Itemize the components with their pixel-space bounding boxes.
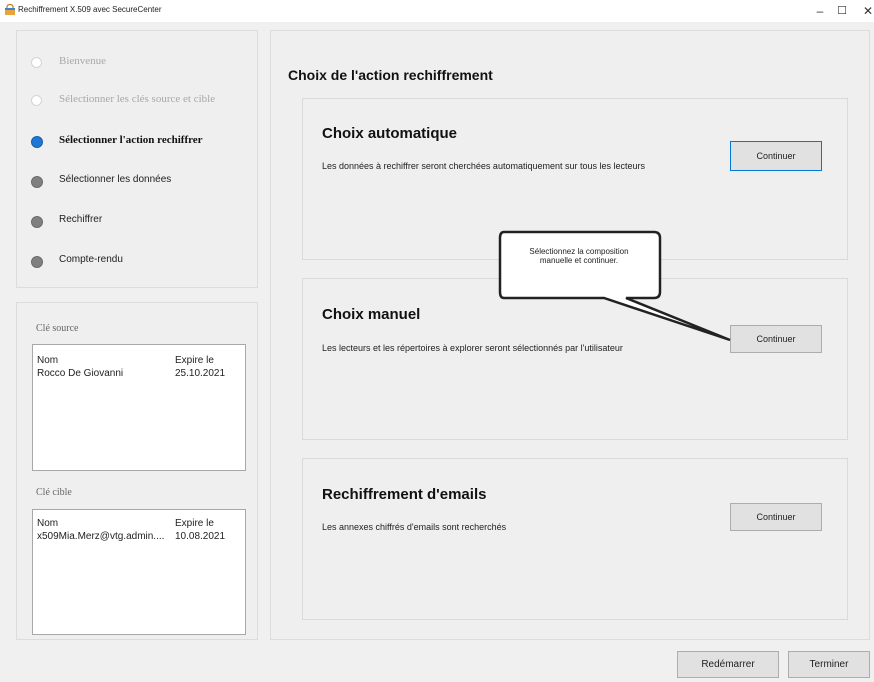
target-key-label: Clé cible: [36, 487, 72, 498]
step-label: Bienvenue: [59, 55, 107, 67]
step-current-icon: [31, 136, 43, 148]
action-title: Rechiffrement d'emails: [322, 486, 487, 503]
step-status-icon: [31, 176, 43, 188]
step-status-icon: [31, 57, 42, 68]
column-header-expires[interactable]: Expire le: [175, 355, 214, 366]
maximize-icon[interactable]: ☐: [830, 3, 854, 19]
target-key-list[interactable]: Nom Expire le x509Mia.Merz@vtg.admin....…: [32, 509, 246, 635]
column-header-expires[interactable]: Expire le: [175, 518, 214, 529]
action-description: Les données à rechiffrer seront cherchée…: [322, 161, 646, 171]
step-label: Sélectionner les clés source et cible: [59, 93, 216, 105]
email-rechiffrement-box: Rechiffrement d'emails Les annexes chiff…: [302, 458, 848, 620]
window-title: Rechiffrement X.509 avec SecureCenter: [18, 5, 162, 14]
close-icon[interactable]: ✕: [856, 3, 874, 19]
automatic-continue-button[interactable]: Continuer: [730, 141, 822, 171]
email-continue-button[interactable]: Continuer: [730, 503, 822, 531]
main-heading: Choix de l'action rechiffrement: [288, 67, 493, 83]
manual-continue-button[interactable]: Continuer: [730, 325, 822, 353]
app-lock-icon: [5, 4, 15, 15]
source-key-list[interactable]: Nom Expire le Rocco De Giovanni 25.10.20…: [32, 344, 246, 471]
finish-button[interactable]: Terminer: [788, 651, 870, 678]
action-title: Choix manuel: [322, 306, 421, 323]
step-status-icon: [31, 216, 43, 228]
title-bar: Rechiffrement X.509 avec SecureCenter – …: [0, 0, 874, 22]
steps-panel: [16, 30, 258, 288]
step-status-icon: [31, 256, 43, 268]
source-key-label: Clé source: [36, 323, 79, 334]
step-label: Compte-rendu: [59, 254, 123, 265]
target-key-row-name[interactable]: x509Mia.Merz@vtg.admin....: [37, 531, 164, 542]
action-title: Choix automatique: [322, 125, 458, 142]
callout-text: Sélectionnez la composition manuelle et …: [529, 247, 629, 265]
step-label: Sélectionner les données: [59, 174, 172, 185]
step-label: Rechiffrer: [59, 214, 103, 225]
column-header-name[interactable]: Nom: [37, 355, 58, 366]
restart-button[interactable]: Redémarrer: [677, 651, 779, 678]
action-description: Les annexes chiffrés d'emails sont reche…: [322, 522, 507, 532]
target-key-row-expires[interactable]: 10.08.2021: [175, 531, 225, 542]
step-label: Sélectionner l'action rechiffrer: [59, 134, 203, 146]
minimize-icon[interactable]: –: [808, 3, 832, 19]
step-status-icon: [31, 95, 42, 106]
source-key-row-expires[interactable]: 25.10.2021: [175, 368, 225, 379]
callout-bubble: [498, 230, 731, 342]
column-header-name[interactable]: Nom: [37, 518, 58, 529]
source-key-row-name[interactable]: Rocco De Giovanni: [37, 368, 123, 379]
